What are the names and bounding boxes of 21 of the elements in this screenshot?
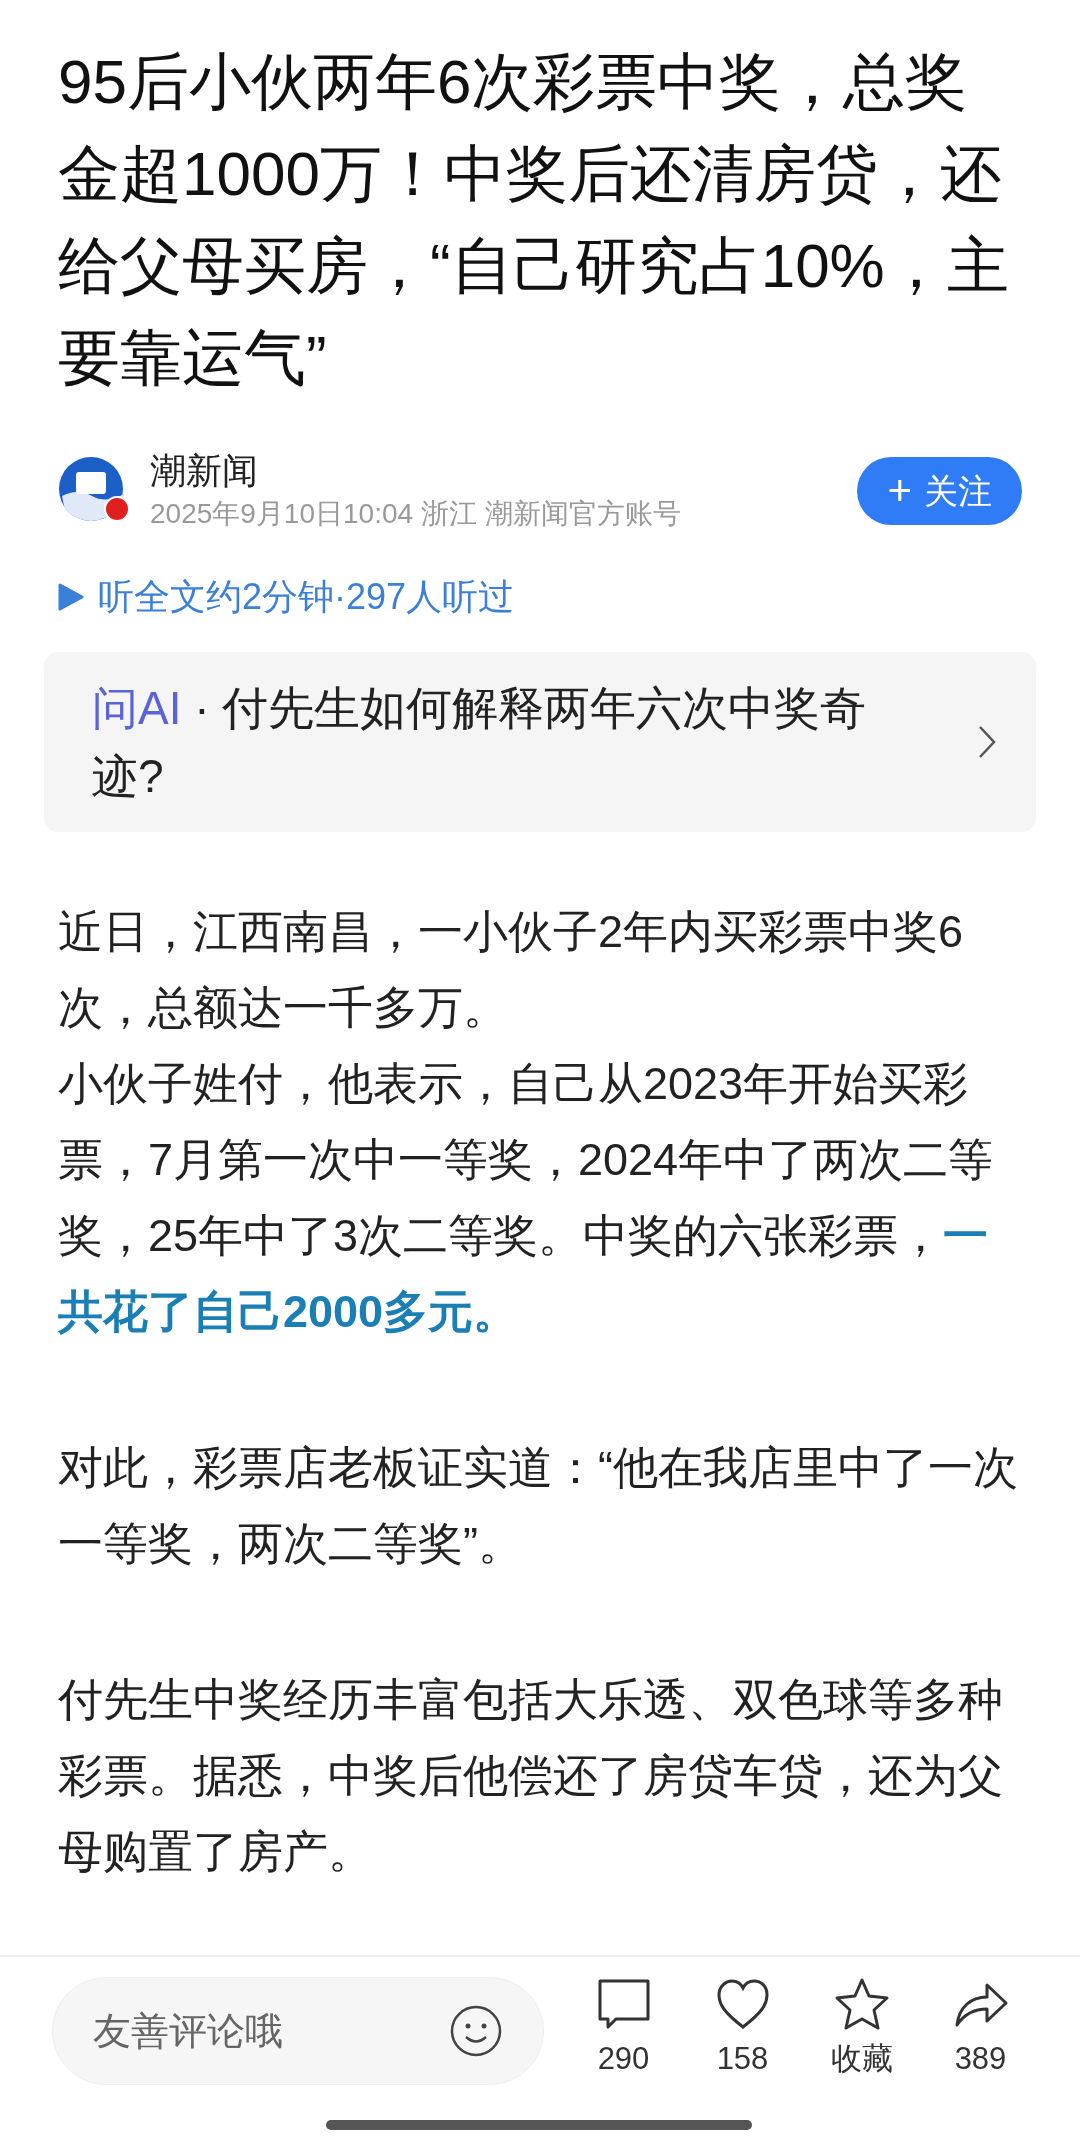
favorite-button[interactable]: 收藏 xyxy=(806,1977,917,2079)
article-title: 95后小伙两年6次彩票中奖，总奖金超1000万！中奖后还清房贷，还给父母买房，“自己研究占10%，主要靠运气” xyxy=(58,46,1010,394)
article-paragraph: 对此，彩票店老板证实道：“他在我店里中了一次一等奖，两次二等奖”。 xyxy=(58,1441,1019,1571)
article-paragraph: 近日，江西南昌，一小伙子2年内买彩票中奖6次，总额达一千多万。 xyxy=(58,905,965,1035)
comment-input[interactable]: 友善评论哦 xyxy=(93,2002,393,2060)
ask-ai-card[interactable]: 问AI · 付先生如何解释两年六次中奖奇迹? xyxy=(44,652,1036,832)
comment-field[interactable]: 友善评论哦 xyxy=(52,1977,544,2085)
star-icon xyxy=(833,1977,890,2031)
like-button[interactable]: 158 xyxy=(687,1977,798,2079)
comment-button[interactable]: 290 xyxy=(568,1977,679,2079)
follow-button[interactable]: + 关注 xyxy=(857,457,1022,525)
post-meta: 2025年9月10日10:04 浙江 潮新闻官方账号 xyxy=(150,497,682,531)
share-button[interactable]: 389 xyxy=(925,1977,1036,2079)
play-icon xyxy=(58,583,84,611)
article-paragraph: 付先生中奖经历丰富包括大乐透、双色球等多种彩票。据悉，中奖后他偿还了房贷车贷，还为父母购置了房产。 xyxy=(58,1673,1004,1879)
ask-ai-question: 问AI · 付先生如何解释两年六次中奖奇迹? xyxy=(92,681,868,804)
emoji-icon[interactable] xyxy=(449,2004,503,2058)
listen-link[interactable]: 听全文约2分钟·297人听过 xyxy=(58,572,515,622)
chevron-right-icon xyxy=(978,725,996,759)
author-name: 潮新闻 xyxy=(150,449,259,493)
article-paragraph: 小伙子姓付，他表示，自己从2023年开始买彩票，7月第一次中一等奖，2024年中了两次二等奖，25年中了3次二等奖。中奖的六张彩票，一共花了自己2000多元。 xyxy=(58,1057,995,1339)
